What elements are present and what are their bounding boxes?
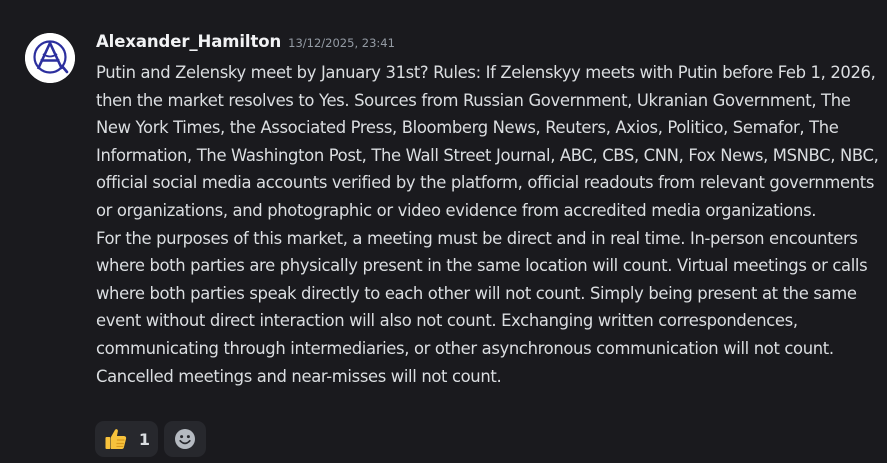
- reaction-count: 1: [138, 429, 150, 449]
- reaction-thumbs-up[interactable]: 1: [95, 421, 158, 457]
- chat-message: Alexander_Hamilton 13/12/2025, 23:41 Puti…: [0, 0, 887, 463]
- timestamp[interactable]: 13/12/2025, 23:41: [288, 36, 395, 50]
- username[interactable]: Alexander_Hamilton: [96, 32, 281, 51]
- thumbs-up-icon: [105, 429, 127, 449]
- smiley-add-reaction-icon: [175, 429, 195, 449]
- message-paragraph: For the purposes of this market, a meeti…: [96, 228, 868, 386]
- avatar[interactable]: [25, 33, 75, 83]
- message-content: Putin and Zelensky meet by January 31st?…: [96, 59, 882, 390]
- message-header: Alexander_Hamilton 13/12/2025, 23:41: [96, 32, 395, 56]
- message-paragraph: Putin and Zelensky meet by January 31st?…: [96, 63, 879, 220]
- reaction-bar: 1: [95, 421, 206, 457]
- add-reaction-button[interactable]: [164, 421, 206, 457]
- circle-a-logo-icon: [25, 33, 75, 83]
